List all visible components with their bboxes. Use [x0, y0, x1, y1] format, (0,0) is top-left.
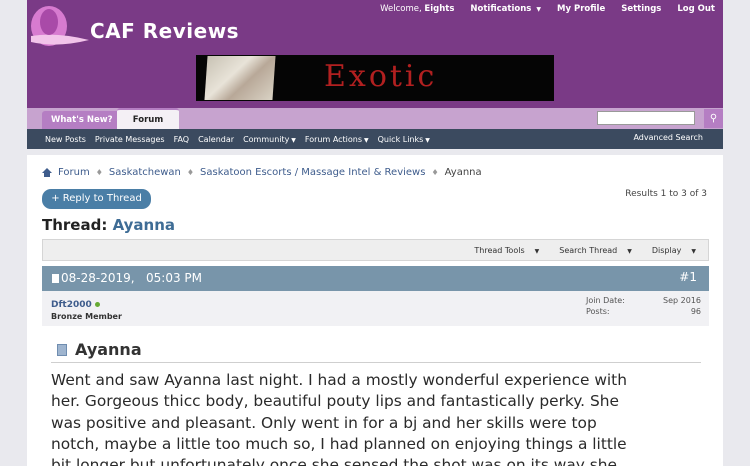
chevron-down-icon: ▼	[362, 136, 369, 144]
home-icon[interactable]	[42, 168, 52, 177]
breadcrumb-forum[interactable]: Forum	[58, 167, 90, 178]
join-date-label: Join Date:	[586, 296, 625, 305]
advanced-search-link[interactable]: Advanced Search	[628, 133, 707, 142]
nav-forum-actions[interactable]: Forum Actions ▼	[300, 135, 373, 144]
document-icon	[57, 343, 67, 356]
results-count: Results 1 to 3 of 3	[625, 189, 707, 199]
posts-label: Posts:	[586, 307, 610, 316]
nav-faq[interactable]: FAQ	[169, 135, 194, 144]
chevron-down-icon: ▼	[534, 5, 542, 13]
author-meta: Join Date: Sep 2016 Posts: 96	[586, 296, 701, 318]
post-body-line: bit longer but unfortunately once she se…	[51, 456, 618, 466]
chevron-down-icon: ▼	[534, 248, 540, 255]
nav-new-posts[interactable]: New Posts	[27, 135, 90, 144]
settings-link[interactable]: Settings	[613, 4, 669, 14]
breadcrumb-current: Ayanna	[444, 167, 482, 178]
post-body-line: was positive and pleasant. Only went in …	[51, 413, 597, 432]
search-icon[interactable]: ⚲	[704, 109, 723, 128]
nav-private-messages[interactable]: Private Messages	[90, 135, 169, 144]
post-body-line: her. Gorgeous thicc body, beautiful pout…	[51, 392, 619, 411]
breadcrumb-separator-icon: ♦	[95, 168, 103, 177]
chevron-down-icon: ▼	[289, 136, 296, 144]
tab-forum[interactable]: Forum	[117, 108, 179, 129]
reply-to-thread-button[interactable]: + Reply to Thread	[42, 189, 151, 209]
divider	[51, 362, 701, 363]
search-thread-menu[interactable]: Search Thread ▼	[549, 246, 632, 255]
nav-calendar[interactable]: Calendar	[193, 135, 238, 144]
sub-navigation: New Posts Private Messages FAQ Calendar …	[27, 129, 723, 149]
site-header: CAF Reviews Welcome, Eights Notification…	[27, 0, 723, 108]
banner-text: Exotic	[324, 59, 438, 94]
site-name[interactable]: CAF Reviews	[90, 19, 239, 43]
thread-tools-menu[interactable]: Thread Tools ▼	[464, 246, 539, 255]
my-profile-link[interactable]: My Profile	[549, 4, 613, 14]
notifications-menu[interactable]: Notifications ▼	[462, 4, 549, 14]
author-rank: Bronze Member	[51, 312, 122, 321]
page-title: Thread: Ayanna	[42, 216, 175, 234]
nav-quick-links[interactable]: Quick Links ▼	[373, 135, 434, 144]
nav-tabs: What's New? Forum ⚲	[27, 108, 723, 129]
post-number-link[interactable]: #1	[679, 270, 697, 284]
tab-whats-new[interactable]: What's New?	[42, 111, 122, 129]
search-input[interactable]	[597, 111, 695, 125]
breadcrumb-saskatchewan[interactable]: Saskatchewan	[109, 167, 181, 178]
breadcrumb-saskatoon[interactable]: Saskatoon Escorts / Massage Intel & Revi…	[200, 167, 425, 178]
main-content: Forum ♦ Saskatchewan ♦ Saskatoon Escorts…	[27, 155, 723, 466]
breadcrumb-separator-icon: ♦	[431, 168, 439, 177]
post-body: Went and saw Ayanna last night. I had a …	[51, 370, 701, 466]
chevron-down-icon: ▼	[423, 136, 430, 144]
post-date: 08-28-2019, 05:03 PM	[52, 271, 202, 285]
logout-link[interactable]: Log Out	[669, 4, 723, 14]
user-toolbar: Welcome, Eights Notifications ▼ My Profi…	[372, 0, 723, 17]
post-title: Ayanna	[57, 340, 142, 359]
author-name-link[interactable]: Dft2000	[51, 300, 100, 310]
banner-photo	[204, 56, 276, 100]
posts-value: 96	[690, 307, 701, 316]
thread-title-link[interactable]: Ayanna	[113, 216, 175, 234]
post-title-text: Ayanna	[75, 340, 142, 359]
post-body-line: notch, maybe a little too much so, I had…	[51, 434, 627, 453]
display-menu[interactable]: Display ▼	[642, 246, 696, 255]
post-author-info: Dft2000 Bronze Member Join Date: Sep 2016…	[42, 291, 709, 326]
online-status-icon	[94, 302, 100, 307]
post-icon	[52, 273, 59, 283]
post-body-line: Went and saw Ayanna last night. I had a …	[51, 371, 627, 389]
breadcrumb: Forum ♦ Saskatchewan ♦ Saskatoon Escorts…	[42, 167, 482, 178]
username-link[interactable]: Eights	[424, 4, 454, 14]
welcome-text: Welcome, Eights	[380, 3, 455, 14]
join-date-value: Sep 2016	[663, 296, 701, 305]
ad-banner[interactable]: Exotic	[196, 55, 554, 101]
post-date-value: 08-28-2019,	[61, 271, 135, 285]
chevron-down-icon: ▼	[691, 248, 696, 255]
thread-title-prefix: Thread:	[42, 216, 108, 234]
chevron-down-icon: ▼	[627, 248, 632, 255]
post-header: 08-28-2019, 05:03 PM #1	[42, 266, 709, 291]
thread-toolbar: Thread Tools ▼ Search Thread ▼ Display ▼	[42, 239, 709, 261]
breadcrumb-separator-icon: ♦	[186, 168, 195, 177]
nav-community[interactable]: Community ▼	[238, 135, 300, 144]
post-time-value: 05:03 PM	[146, 271, 203, 285]
